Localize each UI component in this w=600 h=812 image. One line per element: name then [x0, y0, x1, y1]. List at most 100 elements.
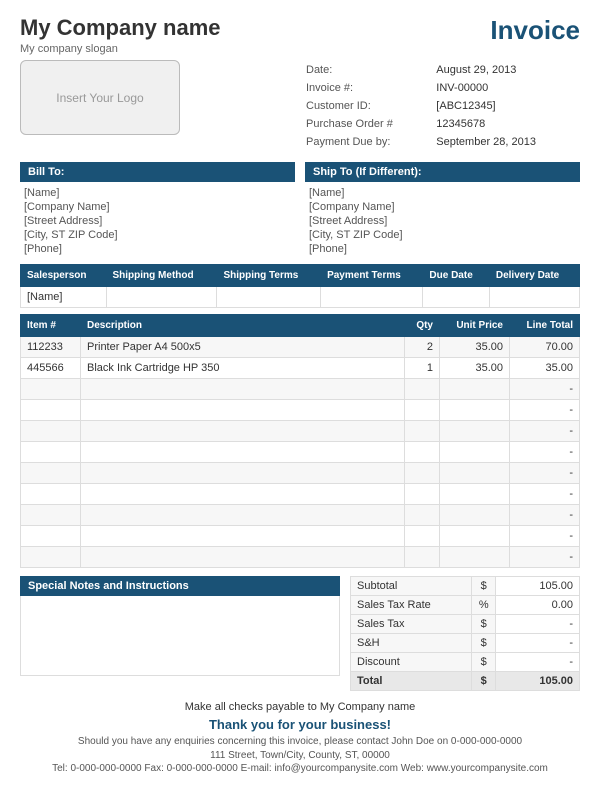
- payment-due-value: September 28, 2013: [432, 134, 578, 150]
- date-value: August 29, 2013: [432, 62, 578, 78]
- bill-to-phone: [Phone]: [20, 242, 295, 256]
- item-qty: [405, 505, 440, 526]
- col-salesperson: Salesperson: [21, 265, 107, 287]
- item-num: 112233: [21, 337, 81, 358]
- shipping-method-value: [106, 287, 217, 308]
- item-qty: [405, 379, 440, 400]
- item-line-total: 35.00: [510, 358, 580, 379]
- payment-due-label: Payment Due by:: [302, 134, 430, 150]
- item-line-total: -: [510, 484, 580, 505]
- bill-to-name: [Name]: [20, 186, 295, 200]
- sh-label: S&H: [351, 634, 472, 653]
- ship-to-phone: [Phone]: [305, 242, 580, 256]
- total-value: 105.00: [496, 672, 580, 691]
- item-line-total: -: [510, 442, 580, 463]
- item-description: [81, 463, 405, 484]
- item-description: [81, 526, 405, 547]
- subtotal-symbol: $: [472, 577, 496, 596]
- tax-rate-row: Sales Tax Rate % 0.00: [351, 596, 580, 615]
- item-row: -: [21, 463, 580, 484]
- notes-header: Special Notes and Instructions: [20, 576, 340, 596]
- col-qty: Qty: [405, 315, 440, 337]
- item-row: -: [21, 400, 580, 421]
- items-table: Item # Description Qty Unit Price Line T…: [20, 314, 580, 568]
- customer-id-value: [ABC12345]: [432, 98, 578, 114]
- sales-tax-label: Sales Tax: [351, 615, 472, 634]
- item-num: [21, 505, 81, 526]
- subtotal-row: Subtotal $ 105.00: [351, 577, 580, 596]
- purchase-order-value: 12345678: [432, 116, 578, 132]
- total-symbol: $: [472, 672, 496, 691]
- bill-to-header: Bill To:: [20, 162, 295, 182]
- item-unit-price: [440, 505, 510, 526]
- tax-rate-symbol: %: [472, 596, 496, 615]
- item-line-total: -: [510, 400, 580, 421]
- col-unit-price: Unit Price: [440, 315, 510, 337]
- col-item-num: Item #: [21, 315, 81, 337]
- item-line-total: -: [510, 547, 580, 568]
- salesperson-value: [Name]: [21, 287, 107, 308]
- bill-to-box: Bill To: [Name] [Company Name] [Street A…: [20, 162, 295, 256]
- col-shipping-method: Shipping Method: [106, 265, 217, 287]
- delivery-date-value: [489, 287, 579, 308]
- item-description: [81, 421, 405, 442]
- item-num: [21, 463, 81, 484]
- total-label: Total: [351, 672, 472, 691]
- ship-to-city: [City, ST ZIP Code]: [305, 228, 580, 242]
- item-row: 112233 Printer Paper A4 500x5 2 35.00 70…: [21, 337, 580, 358]
- purchase-order-label: Purchase Order #: [302, 116, 430, 132]
- col-shipping-terms: Shipping Terms: [217, 265, 321, 287]
- sales-tax-value: -: [496, 615, 580, 634]
- invoice-meta-table: Date: August 29, 2013 Invoice #: INV-000…: [300, 60, 580, 152]
- item-unit-price: [440, 526, 510, 547]
- shipping-terms-value: [217, 287, 321, 308]
- item-description: [81, 442, 405, 463]
- payable-line: Make all checks payable to My Company na…: [20, 701, 580, 713]
- item-row: 445566 Black Ink Cartridge HP 350 1 35.0…: [21, 358, 580, 379]
- col-delivery-date: Delivery Date: [489, 265, 579, 287]
- order-info-table: Salesperson Shipping Method Shipping Ter…: [20, 264, 580, 308]
- col-due-date: Due Date: [423, 265, 489, 287]
- item-unit-price: 35.00: [440, 337, 510, 358]
- tax-rate-value: 0.00: [496, 596, 580, 615]
- payment-terms-value: [321, 287, 423, 308]
- date-label: Date:: [302, 62, 430, 78]
- item-num: [21, 526, 81, 547]
- notes-box: Special Notes and Instructions: [20, 576, 340, 691]
- col-payment-terms: Payment Terms: [321, 265, 423, 287]
- item-description: [81, 400, 405, 421]
- item-row: -: [21, 505, 580, 526]
- discount-row: Discount $ -: [351, 653, 580, 672]
- item-line-total: 70.00: [510, 337, 580, 358]
- subtotal-value: 105.00: [496, 577, 580, 596]
- item-num: [21, 400, 81, 421]
- due-date-value: [423, 287, 489, 308]
- item-qty: [405, 421, 440, 442]
- item-line-total: -: [510, 463, 580, 484]
- notes-body: [20, 596, 340, 676]
- bill-to-company: [Company Name]: [20, 200, 295, 214]
- item-description: [81, 379, 405, 400]
- customer-id-label: Customer ID:: [302, 98, 430, 114]
- item-unit-price: [440, 484, 510, 505]
- company-slogan: My company slogan: [20, 43, 221, 55]
- item-qty: [405, 463, 440, 484]
- sh-row: S&H $ -: [351, 634, 580, 653]
- ship-to-box: Ship To (If Different): [Name] [Company …: [305, 162, 580, 256]
- item-description: [81, 484, 405, 505]
- item-line-total: -: [510, 379, 580, 400]
- item-unit-price: [440, 442, 510, 463]
- item-unit-price: [440, 400, 510, 421]
- ship-to-header: Ship To (If Different):: [305, 162, 580, 182]
- invoice-num-label: Invoice #:: [302, 80, 430, 96]
- discount-value: -: [496, 653, 580, 672]
- ship-to-name: [Name]: [305, 186, 580, 200]
- sales-tax-row: Sales Tax $ -: [351, 615, 580, 634]
- sales-tax-symbol: $: [472, 615, 496, 634]
- enquiry-line: Should you have any enquiries concerning…: [20, 736, 580, 747]
- subtotal-label: Subtotal: [351, 577, 472, 596]
- thank-you-text: Thank you for your business!: [20, 717, 580, 732]
- item-unit-price: [440, 547, 510, 568]
- discount-label: Discount: [351, 653, 472, 672]
- footer-contact: Tel: 0-000-000-0000 Fax: 0-000-000-0000 …: [20, 763, 580, 774]
